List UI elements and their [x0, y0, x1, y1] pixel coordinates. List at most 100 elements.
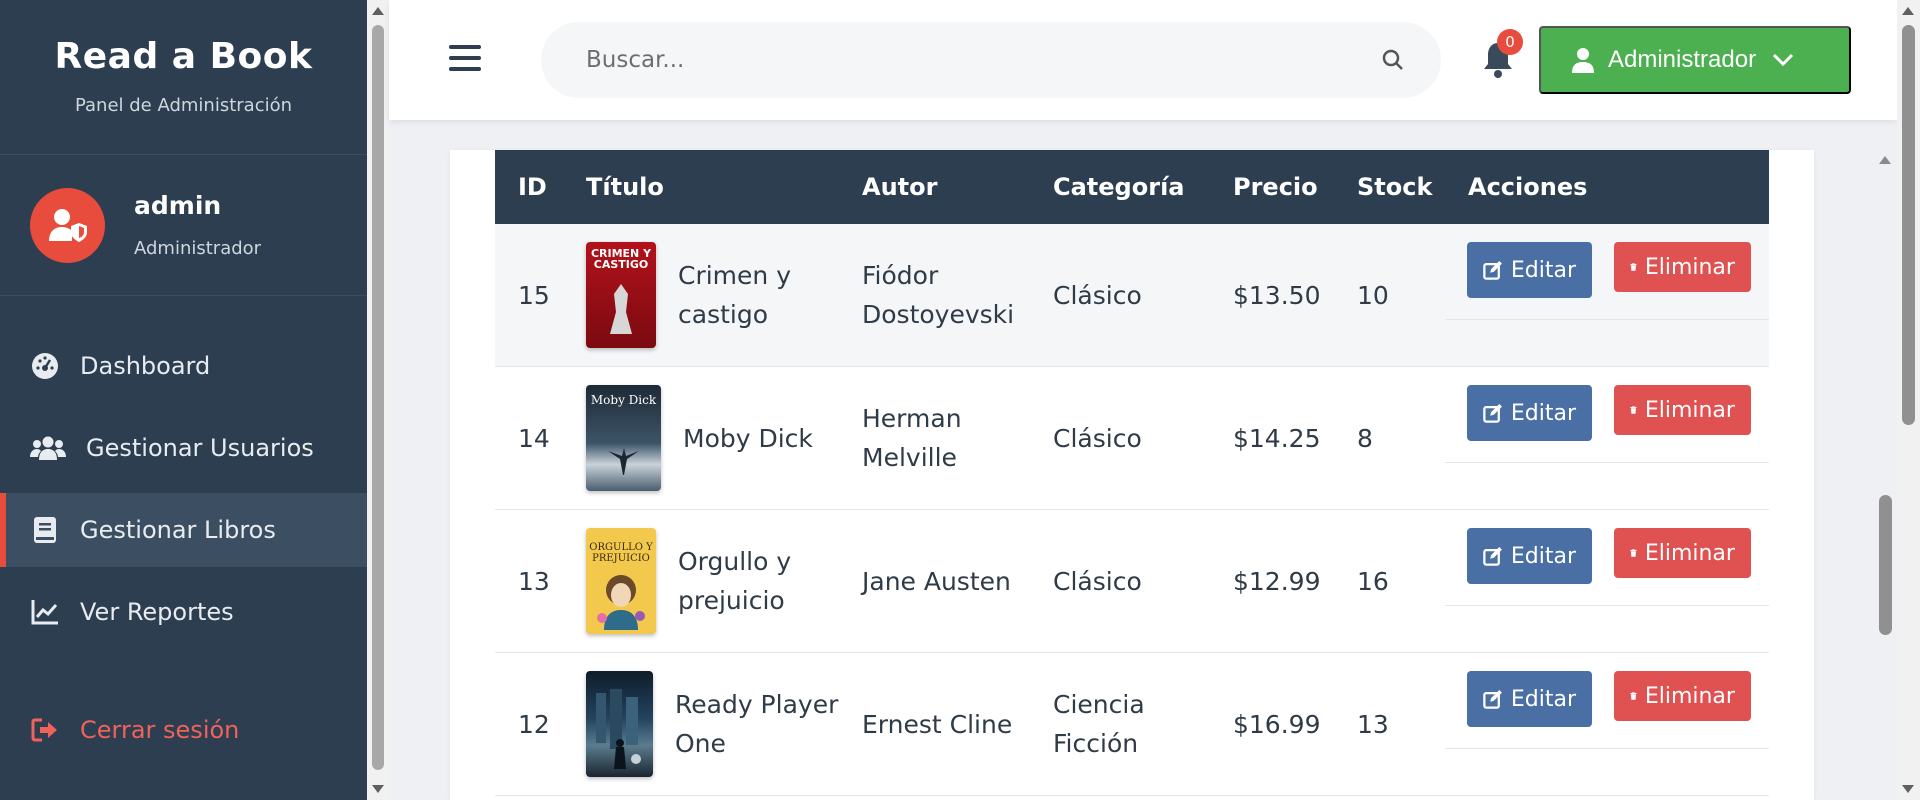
table-row: 12 Ready Player One Ernest Cline Ciencia… — [495, 653, 1769, 796]
cell-title: Moby Dick Moby Dick — [563, 367, 839, 510]
edit-label: Editar — [1510, 686, 1576, 712]
book-cover: ORGULLO Y PREJUICIO — [586, 528, 656, 634]
book-cover: CRIMEN Y CASTIGO — [586, 242, 656, 348]
scroll-up-arrow[interactable] — [1879, 156, 1891, 164]
brand-title: Read a Book — [54, 36, 313, 77]
sidebar-item-dashboard[interactable]: Dashboard — [0, 329, 367, 403]
cover-title: Moby Dick — [590, 393, 657, 407]
delete-button[interactable]: Eliminar — [1613, 528, 1751, 578]
book-title: Crimen y castigo — [678, 261, 792, 329]
trash-icon — [1630, 692, 1637, 700]
logout-icon — [30, 715, 60, 745]
column-header-title[interactable]: Título — [563, 150, 839, 224]
cell-id: 12 — [518, 709, 550, 739]
scroll-up-arrow[interactable] — [372, 7, 384, 15]
edit-label: Editar — [1510, 400, 1576, 426]
avatar — [30, 187, 105, 263]
sidebar-scrollbar[interactable] — [367, 0, 389, 800]
cover-title: CRIMEN Y CASTIGO — [590, 247, 652, 271]
delete-button[interactable]: Eliminar — [1613, 242, 1751, 292]
search-input[interactable] — [586, 40, 1346, 80]
sidebar-nav: Dashboard Gestionar Usuarios Gestionar L… — [0, 329, 367, 649]
delete-label: Eliminar — [1644, 254, 1735, 280]
dashboard-icon — [30, 351, 60, 381]
cell-stock: 10 — [1357, 280, 1389, 310]
sidebar-item-reports[interactable]: Ver Reportes — [0, 575, 367, 649]
menu-toggle-icon[interactable] — [449, 45, 481, 73]
column-header-id[interactable]: ID — [495, 150, 563, 224]
table-row: 14 Moby Dick Moby Dick Herman Melville C… — [495, 367, 1769, 510]
search-icon[interactable] — [1381, 48, 1405, 72]
user-profile: admin Administrador — [0, 155, 367, 296]
logout-button[interactable]: Cerrar sesión — [0, 700, 367, 760]
top-header: 0 Administrador — [389, 0, 1897, 120]
column-header-category[interactable]: Categoría — [1030, 150, 1210, 224]
sidebar-item-label: Gestionar Usuarios — [86, 434, 314, 462]
sidebar-item-users[interactable]: Gestionar Usuarios — [0, 411, 367, 485]
column-header-author[interactable]: Autor — [839, 150, 1030, 224]
cell-id: 15 — [518, 280, 550, 310]
edit-label: Editar — [1510, 257, 1576, 283]
search-bar — [541, 22, 1441, 98]
edit-button[interactable]: Editar — [1467, 242, 1592, 298]
sidebar-item-books[interactable]: Gestionar Libros — [0, 493, 367, 567]
logout-label: Cerrar sesión — [80, 716, 240, 744]
cell-actions: Editar Eliminar — [1445, 367, 1769, 510]
column-header-stock[interactable]: Stock — [1334, 150, 1445, 224]
table-header-row: ID Título Autor Categoría Precio Stock A… — [495, 150, 1769, 224]
cell-price: $16.99 — [1233, 709, 1321, 739]
admin-menu-button[interactable]: Administrador — [1539, 26, 1851, 94]
content-scrollbar[interactable] — [1875, 150, 1897, 800]
book-title: Moby Dick — [683, 423, 813, 453]
delete-label: Eliminar — [1644, 540, 1735, 566]
scroll-thumb[interactable] — [1902, 25, 1915, 425]
cell-title: ORGULLO Y PREJUICIO Orgullo y prejuicio — [563, 510, 839, 653]
scroll-down-arrow[interactable] — [1902, 785, 1914, 793]
page-scrollbar[interactable] — [1897, 0, 1920, 800]
notification-badge: 0 — [1497, 29, 1523, 55]
cell-title: Ready Player One — [563, 653, 839, 796]
column-header-actions: Acciones — [1468, 173, 1588, 201]
book-title: Orgullo y prejuicio — [678, 547, 792, 615]
user-icon — [1572, 48, 1594, 73]
cell-category: Clásico — [1053, 423, 1142, 453]
cell-price: $13.50 — [1233, 280, 1321, 310]
column-header-price[interactable]: Precio — [1210, 150, 1334, 224]
sidebar-item-label: Gestionar Libros — [80, 516, 276, 544]
cell-actions: Editar Eliminar — [1445, 653, 1769, 796]
edit-label: Editar — [1510, 543, 1576, 569]
user-shield-icon — [48, 209, 87, 242]
book-cover — [586, 671, 653, 777]
delete-button[interactable]: Eliminar — [1613, 671, 1751, 721]
cell-actions: Editar Eliminar — [1445, 510, 1769, 653]
trash-icon — [1630, 263, 1637, 271]
cell-stock: 13 — [1357, 709, 1389, 739]
cell-actions: Editar Eliminar — [1445, 224, 1769, 367]
scroll-thumb[interactable] — [1879, 495, 1892, 635]
user-name: admin — [134, 191, 222, 220]
edit-button[interactable]: Editar — [1467, 385, 1592, 441]
books-table: ID Título Autor Categoría Precio Stock A… — [495, 150, 1769, 796]
user-role: Administrador — [134, 238, 262, 259]
book-cover: Moby Dick — [586, 385, 661, 491]
cell-category: Clásico — [1053, 566, 1142, 596]
edit-icon — [1483, 689, 1502, 709]
delete-button[interactable]: Eliminar — [1613, 385, 1751, 435]
delete-label: Eliminar — [1644, 397, 1735, 423]
edit-button[interactable]: Editar — [1467, 528, 1592, 584]
edit-icon — [1483, 546, 1502, 566]
book-title: Ready Player One — [675, 690, 839, 758]
scroll-down-arrow[interactable] — [372, 785, 384, 793]
chevron-down-icon — [1773, 53, 1794, 67]
cover-title: ORGULLO Y PREJUICIO — [589, 542, 653, 564]
scroll-up-arrow[interactable] — [1902, 7, 1914, 15]
trash-icon — [1630, 549, 1637, 557]
cell-category: Clásico — [1053, 280, 1142, 310]
table-row: 15 CRIMEN Y CASTIGO Crimen y castigo Fió… — [495, 224, 1769, 367]
cell-title: CRIMEN Y CASTIGO Crimen y castigo — [563, 224, 839, 367]
admin-menu-label: Administrador — [1608, 46, 1757, 73]
scroll-thumb[interactable] — [372, 25, 384, 770]
edit-button[interactable]: Editar — [1467, 671, 1592, 727]
trash-icon — [1630, 406, 1637, 414]
sidebar-item-label: Dashboard — [80, 352, 211, 380]
